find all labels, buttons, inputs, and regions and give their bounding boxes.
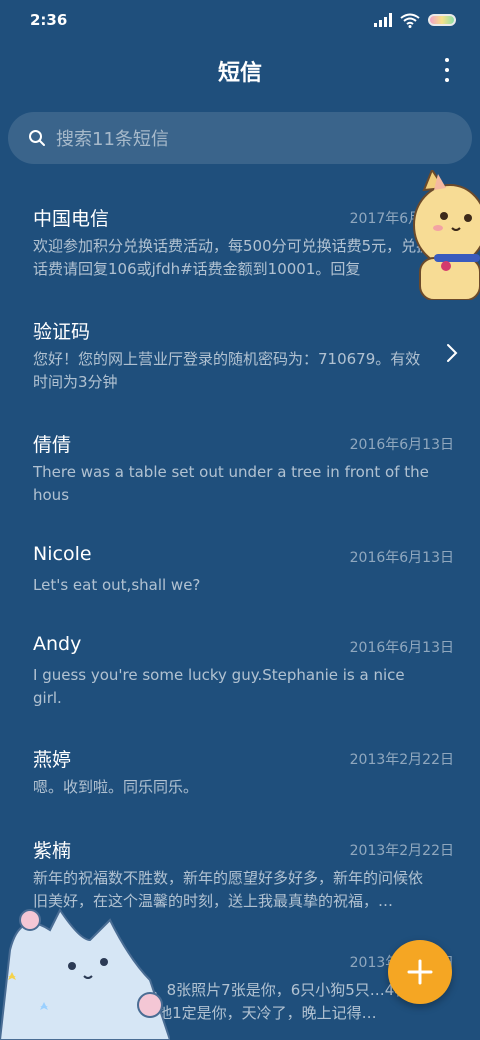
message-preview: Let's eat out,shall we? (33, 576, 201, 594)
search-icon (29, 130, 45, 146)
wifi-icon (400, 13, 420, 28)
list-item[interactable]: Andy 2016年6月13日 I guess you're some luck… (0, 619, 480, 729)
contact-name: 倩倩 (33, 434, 72, 456)
message-date: 2013年2月22日 (349, 843, 454, 859)
search-input[interactable]: 搜索11条短信 (56, 125, 169, 151)
cat-decoration-icon (413, 170, 480, 300)
cat-decoration-icon (0, 908, 170, 1040)
app-header: 短信 (0, 40, 480, 102)
message-date: 2016年6月13日 (349, 640, 454, 656)
contact-name: 验证码 (33, 321, 91, 343)
message-preview: 欢迎参加积分兑换话费活动，每500分可兑换话费5元，兑换话费请回复106或jfd… (33, 237, 432, 278)
list-item[interactable]: 倩倩 2016年6月13日 There was a table set out … (0, 416, 480, 526)
message-preview: 您好！您的网上营业厅登录的随机密码为：710679。有效时间为3分钟 (33, 350, 421, 391)
search-bar[interactable]: 搜索11条短信 (8, 112, 472, 164)
contact-name: 燕婷 (33, 749, 72, 771)
message-date: 2013年2月22日 (349, 752, 454, 768)
contact-name: Nicole (33, 543, 92, 565)
more-vertical-icon[interactable] (444, 58, 450, 82)
page-title: 短信 (217, 61, 262, 86)
signal-icon (374, 13, 392, 27)
message-date: 2016年6月13日 (349, 550, 454, 566)
compose-button[interactable] (388, 940, 452, 1004)
contact-name: Andy (33, 633, 82, 655)
status-bar: 2:36 (0, 0, 480, 40)
battery-icon (428, 14, 456, 26)
status-icons (374, 13, 456, 28)
message-preview: 嗯。收到啦。同乐同乐。 (33, 778, 199, 796)
message-preview: I guess you're some lucky guy.Stephanie … (33, 666, 405, 707)
status-time: 2:36 (30, 11, 68, 29)
list-item[interactable]: 验证码 您好！您的网上营业厅登录的随机密码为：710679。有效时间为3分钟 (0, 303, 480, 413)
contact-name: 紫楠 (33, 840, 72, 862)
message-date: 2016年6月13日 (349, 437, 454, 453)
chevron-right-icon[interactable] (446, 343, 458, 363)
message-preview: There was a table set out under a tree i… (33, 463, 429, 504)
plus-icon (407, 959, 433, 985)
contact-name: 中国电信 (33, 208, 110, 230)
